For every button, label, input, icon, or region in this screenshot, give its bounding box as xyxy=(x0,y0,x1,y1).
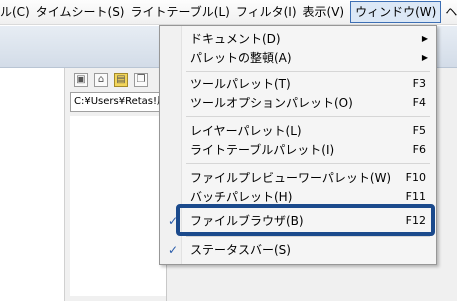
submenu-arrow-icon: ▶ xyxy=(421,34,428,43)
menu-item-file-previewer-palette[interactable]: ファイルプレビューワーパレット(W) F10 xyxy=(160,168,436,188)
menu-item-tool-option-palette[interactable]: ツールオプションパレット(O) F4 xyxy=(160,93,436,113)
menu-timesheet[interactable]: タイムシート(S) xyxy=(36,1,131,23)
path-field[interactable]: C:¥Users¥Retas!用 xyxy=(70,92,166,112)
menu-item-label: ツールオプションパレット(O) xyxy=(190,96,353,110)
menu-shortcut: F10 xyxy=(405,171,426,184)
copy-icon[interactable]: ❐ xyxy=(134,73,148,87)
menu-help[interactable]: ヘ xyxy=(445,1,457,23)
folder-tree-area[interactable] xyxy=(70,116,166,296)
menu-lighttable[interactable]: ライトテーブル(L) xyxy=(131,1,236,23)
menu-item-arrange-palettes[interactable]: パレットの整頓(A) ▶ xyxy=(160,48,436,68)
menu-item-label: ファイルプレビューワーパレット(W) xyxy=(190,171,392,185)
menu-shortcut: F6 xyxy=(412,143,426,156)
menu-item-label: パレットの整頓(A) xyxy=(190,51,292,65)
pin-icon[interactable]: ⌂ xyxy=(94,73,108,87)
menu-separator xyxy=(186,116,430,117)
new-folder-icon[interactable]: ▣ xyxy=(74,73,88,87)
menu-filter[interactable]: フィルタ(I) xyxy=(236,1,303,23)
menu-view[interactable]: 表示(V) xyxy=(303,1,351,23)
menu-item-tool-palette[interactable]: ツールパレット(T) F3 xyxy=(160,74,436,94)
file-browser-highlight-box xyxy=(176,204,435,236)
menu-separator xyxy=(186,236,430,237)
menu-shortcut: F4 xyxy=(412,96,426,109)
menu-cell[interactable]: ル(C) xyxy=(0,1,36,23)
menu-window[interactable]: ウィンドウ(W) xyxy=(350,1,442,23)
menu-item-document[interactable]: ドキュメント(D) ▶ xyxy=(160,29,436,49)
menu-bar: ル(C) タイムシート(S) ライトテーブル(L) フィルタ(I) 表示(V) … xyxy=(0,0,457,25)
menu-item-label: ライトテーブルパレット(I) xyxy=(190,143,335,157)
submenu-arrow-icon: ▶ xyxy=(421,53,428,62)
panel-toolbar: ▣ ⌂ ▤ ❐ xyxy=(74,73,148,87)
checkmark-icon: ✓ xyxy=(168,243,179,257)
menu-item-label: レイヤーパレット(L) xyxy=(190,124,302,138)
menu-item-status-bar[interactable]: ✓ ステータスバー(S) xyxy=(160,240,436,260)
folder-icon[interactable]: ▤ xyxy=(114,73,128,87)
menu-item-lighttable-palette[interactable]: ライトテーブルパレット(I) F6 xyxy=(160,140,436,160)
menu-item-label: ドキュメント(D) xyxy=(190,32,281,46)
menu-separator xyxy=(186,71,430,72)
menu-item-label: ステータスバー(S) xyxy=(190,243,291,257)
menu-separator xyxy=(186,163,430,164)
menu-item-label: ツールパレット(T) xyxy=(190,77,291,91)
menu-shortcut: F5 xyxy=(412,124,426,137)
menu-shortcut: F3 xyxy=(412,77,426,90)
menu-item-layer-palette[interactable]: レイヤーパレット(L) F5 xyxy=(160,121,436,141)
